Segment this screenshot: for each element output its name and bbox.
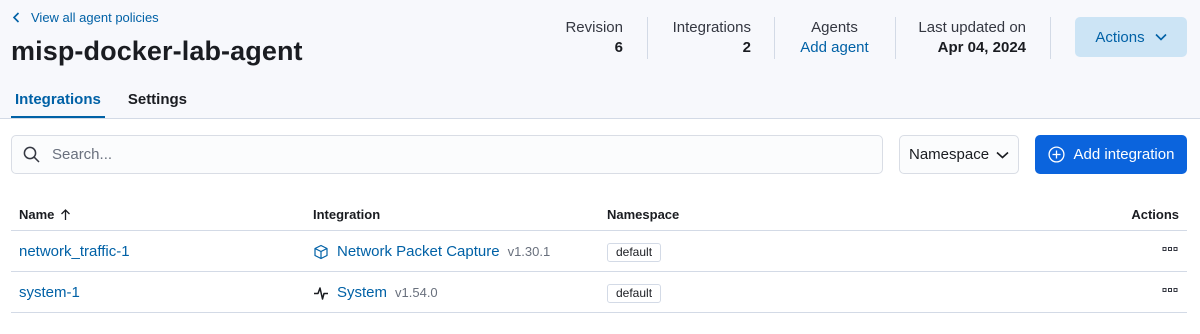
- stat-integrations: Integrations 2: [673, 19, 751, 57]
- stat-divider: [1050, 17, 1051, 59]
- chevron-down-icon: [996, 151, 1009, 159]
- table-row: system-1 System v1.54.0 default: [11, 272, 1187, 313]
- row-actions-icon[interactable]: [1162, 282, 1178, 298]
- stat-revision: Revision 6: [565, 19, 623, 57]
- stat-revision-value: 6: [614, 39, 623, 56]
- integrations-table: Name Integration Namespace Actions netwo…: [11, 196, 1187, 313]
- stat-agents-label: Agents: [811, 19, 858, 36]
- add-integration-button[interactable]: Add integration: [1035, 135, 1187, 174]
- tab-bar: Integrations Settings: [11, 86, 191, 118]
- namespace-badge: default: [607, 243, 662, 262]
- column-header-name[interactable]: Name: [19, 207, 71, 222]
- stat-integrations-label: Integrations: [672, 19, 751, 36]
- add-integration-label: Add integration: [1073, 146, 1175, 163]
- stat-last-updated: Last updated on Apr 04, 2024: [918, 19, 1026, 57]
- row-actions-icon[interactable]: [1162, 241, 1178, 257]
- tab-settings[interactable]: Settings: [124, 86, 191, 118]
- search-field[interactable]: [11, 135, 883, 174]
- namespace-filter-label: Namespace: [909, 146, 990, 163]
- stat-revision-label: Revision: [565, 19, 623, 36]
- integration-link[interactable]: System: [337, 284, 387, 301]
- policy-name-link[interactable]: network_traffic-1: [19, 243, 130, 260]
- column-header-integration: Integration: [313, 207, 381, 222]
- column-header-name-label: Name: [19, 207, 55, 222]
- package-icon: [314, 244, 328, 259]
- heartbeat-icon: [314, 286, 328, 300]
- table-row: network_traffic-1 Network Packet Capture…: [11, 231, 1187, 272]
- back-to-agent-policies-link[interactable]: View all agent policies: [12, 10, 159, 25]
- stat-divider: [647, 17, 648, 59]
- tab-integrations[interactable]: Integrations: [11, 86, 105, 118]
- stat-integrations-value: 2: [742, 39, 751, 56]
- stat-divider: [895, 17, 896, 59]
- stat-divider: [774, 17, 775, 59]
- integration-link[interactable]: Network Packet Capture: [337, 243, 500, 260]
- chevron-down-icon: [1155, 33, 1167, 41]
- integration-version: v1.30.1: [507, 244, 551, 259]
- column-header-namespace: Namespace: [607, 207, 680, 222]
- policy-name-link[interactable]: system-1: [19, 284, 80, 301]
- stat-last-updated-label: Last updated on: [918, 19, 1026, 36]
- add-agent-link[interactable]: Add agent: [793, 39, 876, 57]
- page-title: misp-docker-lab-agent: [11, 36, 303, 66]
- search-input[interactable]: [52, 146, 872, 163]
- back-link-label: View all agent policies: [31, 10, 159, 25]
- chevron-left-icon: [12, 12, 20, 23]
- actions-button-label: Actions: [1095, 28, 1145, 46]
- namespace-badge: default: [607, 284, 662, 303]
- namespace-filter[interactable]: Namespace: [899, 135, 1019, 174]
- search-icon: [23, 146, 40, 163]
- table-header: Name Integration Namespace Actions: [11, 196, 1187, 231]
- stat-last-updated-value: Apr 04, 2024: [937, 39, 1026, 56]
- plus-in-circle-icon: [1047, 146, 1065, 163]
- actions-button[interactable]: Actions: [1075, 17, 1187, 57]
- sort-ascending-icon: [61, 208, 71, 220]
- integration-version: v1.54.0: [395, 285, 438, 300]
- column-header-actions: Actions: [1131, 207, 1179, 222]
- stat-agents: Agents Add agent: [793, 19, 876, 57]
